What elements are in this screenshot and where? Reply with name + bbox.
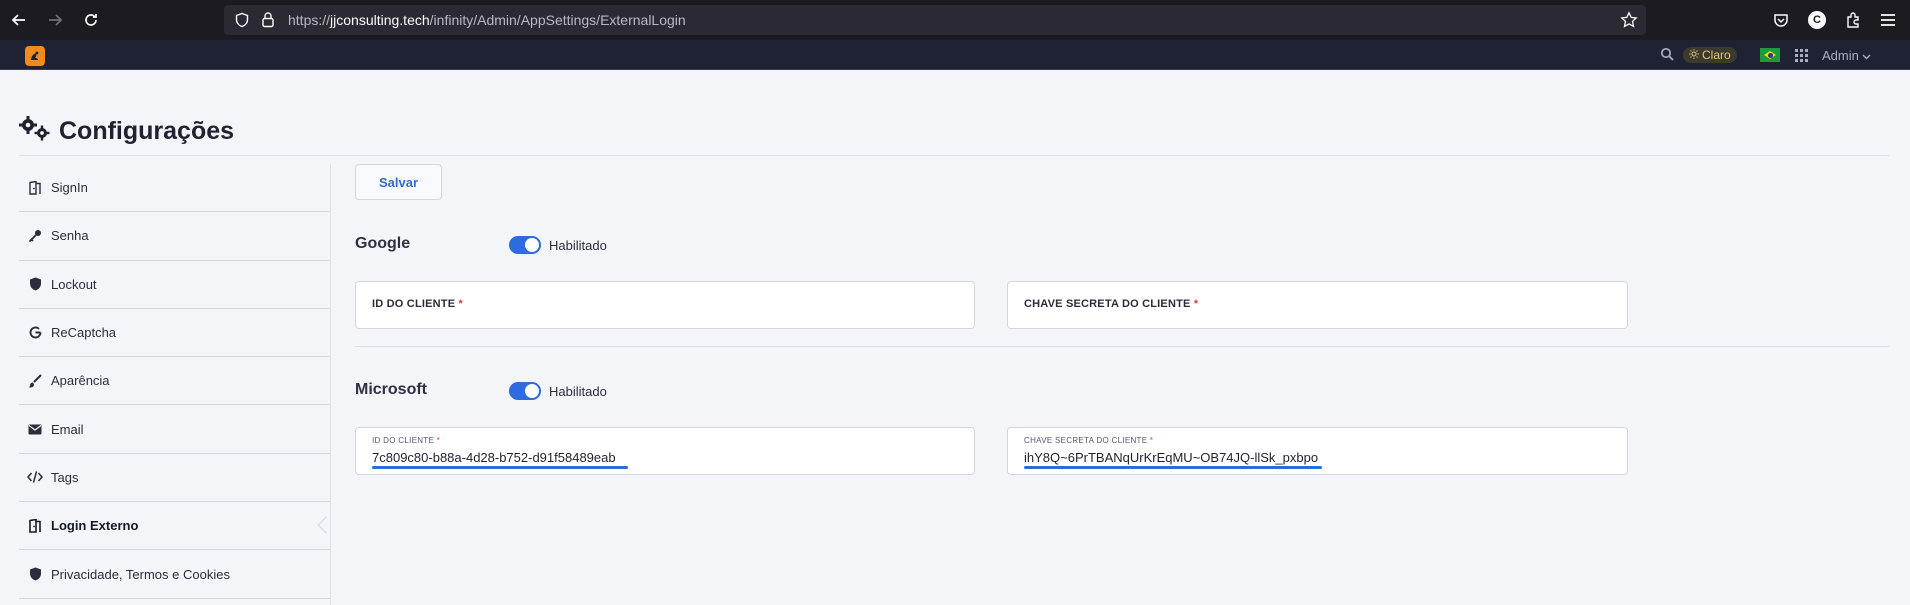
active-indicator [317, 516, 335, 534]
forward-icon[interactable] [43, 8, 67, 32]
google-client-secret-field[interactable]: CHAVE SECRETA DO CLIENTE * [1007, 281, 1628, 329]
microsoft-client-secret-label: CHAVE SECRETA DO CLIENTE * [1024, 436, 1154, 445]
microsoft-enabled-toggle[interactable] [509, 382, 541, 400]
url-scheme: https:// [288, 12, 331, 28]
app-logo-icon[interactable] [25, 46, 45, 66]
app-topbar: Claro Admin [0, 40, 1910, 70]
section-divider [355, 346, 1889, 347]
google-client-id-field[interactable]: ID DO CLIENTE * [355, 281, 975, 329]
browser-toolbar: https://jjconsulting.tech/infinity/Admin… [0, 0, 1910, 40]
sidebar-item-label: Tags [51, 469, 79, 485]
reload-icon[interactable] [79, 8, 103, 32]
microsoft-client-id-label: ID DO CLIENTE * [372, 436, 441, 445]
sidebar-item-label: Privacidade, Termos e Cookies [51, 566, 230, 582]
save-button[interactable]: Salvar [355, 164, 442, 200]
key-icon [27, 229, 43, 243]
sidebar-divider [330, 164, 331, 605]
bookmark-star-icon[interactable] [1620, 11, 1638, 34]
microsoft-client-secret-field[interactable]: CHAVE SECRETA DO CLIENTE * ihY8Q~6PrTBAN… [1007, 427, 1628, 475]
chevron-down-icon [1862, 48, 1871, 63]
brush-icon [27, 374, 43, 388]
gears-icon [19, 116, 51, 147]
sidebar-item-label: Senha [51, 228, 89, 244]
google-toggle-label: Habilitado [549, 238, 607, 253]
sidebar-item-recaptcha[interactable]: ReCaptcha [19, 309, 330, 358]
tracking-shield-icon[interactable] [234, 12, 250, 33]
extensions-icon[interactable] [1842, 9, 1864, 31]
google-client-id-label: ID DO CLIENTE * [372, 298, 464, 310]
settings-sidebar: SignIn Senha Lockout ReCaptcha Aparência… [19, 164, 335, 599]
pocket-icon[interactable] [1770, 9, 1792, 31]
user-menu[interactable]: Admin [1822, 48, 1871, 63]
google-section-title: Google [355, 235, 411, 252]
address-bar[interactable]: https://jjconsulting.tech/infinity/Admin… [224, 5, 1646, 35]
profile-initial: C [1808, 11, 1826, 29]
theme-toggle-button[interactable]: Claro [1683, 47, 1737, 63]
sidebar-item-label: SignIn [51, 180, 88, 196]
google-enabled-toggle[interactable] [509, 236, 541, 254]
title-divider [19, 155, 1889, 156]
microsoft-section-title: Microsoft [355, 381, 427, 398]
menu-icon[interactable] [1877, 9, 1899, 31]
sidebar-item-label: Lockout [51, 276, 97, 292]
sidebar-item-lockout[interactable]: Lockout [19, 261, 330, 309]
sidebar-item-label: ReCaptcha [51, 325, 117, 341]
page-header: Configurações [19, 116, 234, 147]
sidebar-item-senha[interactable]: Senha [19, 212, 330, 261]
code-icon [27, 471, 43, 484]
lock-icon[interactable] [260, 11, 276, 33]
door-icon [27, 180, 43, 195]
google-icon [27, 326, 43, 339]
microsoft-client-secret-value: ihY8Q~6PrTBANqUrKrEqMU~OB74JQ-llSk_pxbpo [1024, 450, 1319, 465]
microsoft-toggle-label: Habilitado [549, 384, 607, 399]
theme-label: Claro [1702, 48, 1731, 62]
apps-grid-icon[interactable] [1795, 49, 1808, 67]
focus-underline [372, 466, 628, 469]
page-title: Configurações [59, 117, 235, 145]
sidebar-item-tags[interactable]: Tags [19, 454, 330, 503]
sidebar-item-email[interactable]: Email [19, 405, 330, 454]
sidebar-item-label: Email [51, 421, 84, 437]
url-host: jjconsulting.tech [330, 12, 430, 28]
google-client-secret-label: CHAVE SECRETA DO CLIENTE * [1024, 298, 1199, 310]
focus-underline [1024, 466, 1322, 469]
microsoft-client-id-value: 7c809c80-b88a-4d28-b752-d91f58489eab [372, 450, 616, 465]
user-label: Admin [1822, 48, 1859, 63]
shield-icon [27, 277, 43, 291]
sidebar-item-label: Aparência [51, 373, 110, 389]
door-icon [27, 518, 43, 533]
url-path: /infinity/Admin/AppSettings/ExternalLogi… [429, 12, 686, 28]
sidebar-item-aparencia[interactable]: Aparência [19, 357, 330, 406]
sidebar-item-login-externo[interactable]: Login Externo [19, 502, 335, 551]
sidebar-item-label: Login Externo [51, 518, 139, 534]
brazil-flag-icon[interactable] [1760, 48, 1780, 62]
sidebar-item-signin[interactable]: SignIn [19, 164, 330, 213]
search-icon[interactable] [1660, 47, 1674, 66]
envelope-icon [27, 424, 43, 435]
profile-avatar[interactable]: C [1806, 9, 1828, 31]
shield-icon [27, 567, 43, 581]
sun-icon [1689, 48, 1699, 62]
back-icon[interactable] [7, 8, 31, 32]
url-text: https://jjconsulting.tech/infinity/Admin… [288, 12, 686, 28]
sidebar-item-privacidade[interactable]: Privacidade, Termos e Cookies [19, 550, 330, 599]
microsoft-client-id-field[interactable]: ID DO CLIENTE * 7c809c80-b88a-4d28-b752-… [355, 427, 975, 475]
